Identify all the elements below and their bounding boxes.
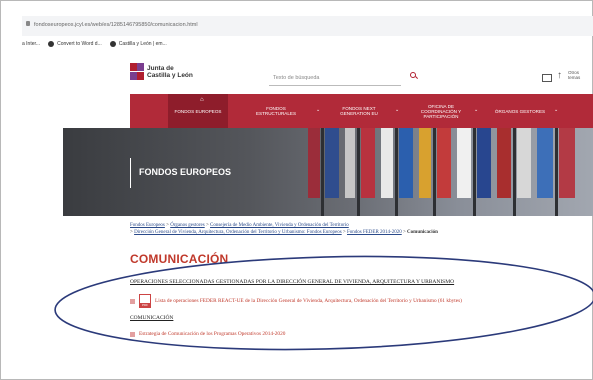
annotation-ellipse bbox=[54, 255, 593, 351]
